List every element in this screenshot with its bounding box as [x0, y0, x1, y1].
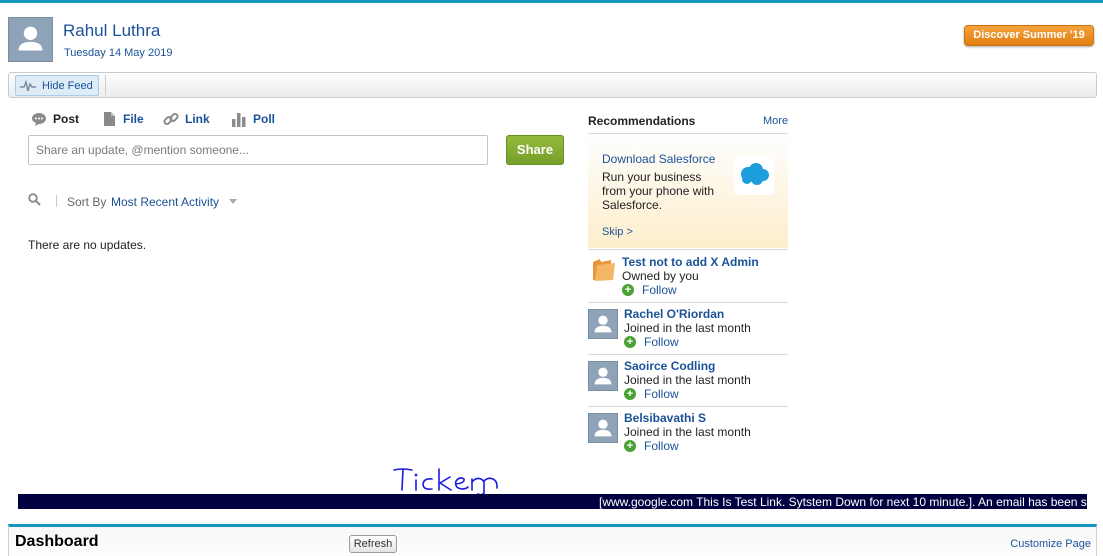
user-avatar[interactable] — [588, 413, 618, 443]
recommendation-name[interactable]: Belsibavathi S — [624, 411, 706, 425]
skip-promo-link[interactable]: Skip > — [602, 226, 633, 238]
ticker-text[interactable]: [www.google.com This Is Test Link. Sytst… — [599, 495, 1087, 509]
pulse-icon — [20, 79, 36, 92]
recommendations-title: Recommendations — [588, 114, 696, 128]
recommendation-name[interactable]: Saoirce Codling — [624, 359, 715, 373]
share-button[interactable]: Share — [506, 135, 564, 165]
sort-dropdown[interactable]: Most Recent Activity — [111, 195, 219, 209]
customize-page-link[interactable]: Customize Page — [1010, 538, 1091, 550]
sort-by-label: Sort By — [67, 195, 107, 209]
user-avatar[interactable] — [588, 361, 618, 391]
search-icon[interactable] — [28, 193, 41, 206]
tab-link-label: Link — [185, 112, 210, 126]
user-silhouette-icon — [594, 419, 612, 437]
recommendation-item: Test not to add X Admin Owned by you + F… — [588, 251, 788, 301]
chevron-down-icon[interactable] — [229, 199, 237, 204]
hide-feed-button[interactable]: Hide Feed — [15, 75, 99, 96]
download-salesforce-link[interactable]: Download Salesforce — [602, 152, 715, 166]
recommendation-item: Rachel O'Riordan Joined in the last mont… — [588, 303, 788, 353]
follow-button[interactable]: + Follow — [622, 283, 677, 297]
hide-feed-label: Hide Feed — [42, 80, 93, 92]
follow-button[interactable]: + Follow — [624, 439, 679, 453]
recommendation-name[interactable]: Test not to add X Admin — [622, 255, 759, 269]
promo-description: Run your business from your phone with S… — [602, 170, 715, 212]
share-update-input[interactable] — [28, 135, 488, 165]
tab-post-label: Post — [53, 112, 80, 126]
news-ticker: [www.google.com This Is Test Link. Sytst… — [18, 494, 1087, 509]
bar-chart-icon — [232, 113, 246, 127]
tab-link[interactable]: Link — [163, 110, 210, 128]
profile-date: Tuesday 14 May 2019 — [64, 47, 173, 59]
tab-poll[interactable]: Poll — [231, 110, 275, 128]
salesforce-cloud-icon — [734, 157, 774, 195]
toolbar-divider — [105, 75, 106, 95]
follow-label: Follow — [644, 439, 679, 453]
recommendation-item: Belsibavathi S Joined in the last month … — [588, 407, 788, 457]
profile-avatar[interactable] — [8, 17, 53, 62]
user-silhouette-icon — [18, 26, 43, 51]
recommendations-divider — [588, 249, 788, 250]
user-silhouette-icon — [594, 315, 612, 333]
link-icon — [163, 112, 179, 126]
tab-file-label: File — [123, 112, 144, 126]
follow-button[interactable]: + Follow — [624, 335, 679, 349]
follow-label: Follow — [644, 335, 679, 349]
recommendation-subtitle: Owned by you — [622, 269, 699, 283]
recommendation-name[interactable]: Rachel O'Riordan — [624, 307, 724, 321]
discover-summer-button[interactable]: Discover Summer '19 — [964, 25, 1094, 46]
recommendation-subtitle: Joined in the last month — [624, 321, 751, 335]
recommendation-subtitle: Joined in the last month — [624, 425, 751, 439]
recommendations-divider — [588, 133, 788, 134]
plus-icon: + — [624, 440, 636, 452]
tab-post[interactable]: Post — [31, 110, 79, 128]
feed-toolbar: Hide Feed — [8, 72, 1097, 98]
plus-icon: + — [622, 284, 634, 296]
recommendation-subtitle: Joined in the last month — [624, 373, 751, 387]
follow-button[interactable]: + Follow — [624, 387, 679, 401]
plus-icon: + — [624, 336, 636, 348]
top-accent-rule — [0, 0, 1103, 3]
recommendations-more-link[interactable]: More — [763, 115, 788, 127]
file-icon — [104, 112, 115, 126]
tab-poll-label: Poll — [253, 112, 276, 126]
user-silhouette-icon — [594, 367, 612, 385]
profile-name[interactable]: Rahul Luthra — [63, 21, 160, 41]
follow-label: Follow — [642, 283, 677, 297]
plus-icon: + — [624, 388, 636, 400]
sort-divider — [56, 195, 57, 207]
dashboard-title: Dashboard — [15, 533, 99, 550]
user-avatar[interactable] — [588, 309, 618, 339]
refresh-button[interactable]: Refresh — [349, 535, 397, 553]
dashboard-panel: Dashboard Refresh Customize Page — [8, 524, 1097, 556]
tab-file[interactable]: File — [101, 110, 144, 128]
folder-icon — [593, 259, 615, 281]
follow-label: Follow — [644, 387, 679, 401]
chat-bubble-icon — [32, 113, 46, 126]
handwritten-ticker-annotation — [393, 468, 498, 496]
empty-feed-message: There are no updates. — [28, 238, 147, 252]
download-salesforce-card: Download Salesforce Run your business fr… — [588, 137, 788, 248]
recommendation-item: Saoirce Codling Joined in the last month… — [588, 355, 788, 405]
